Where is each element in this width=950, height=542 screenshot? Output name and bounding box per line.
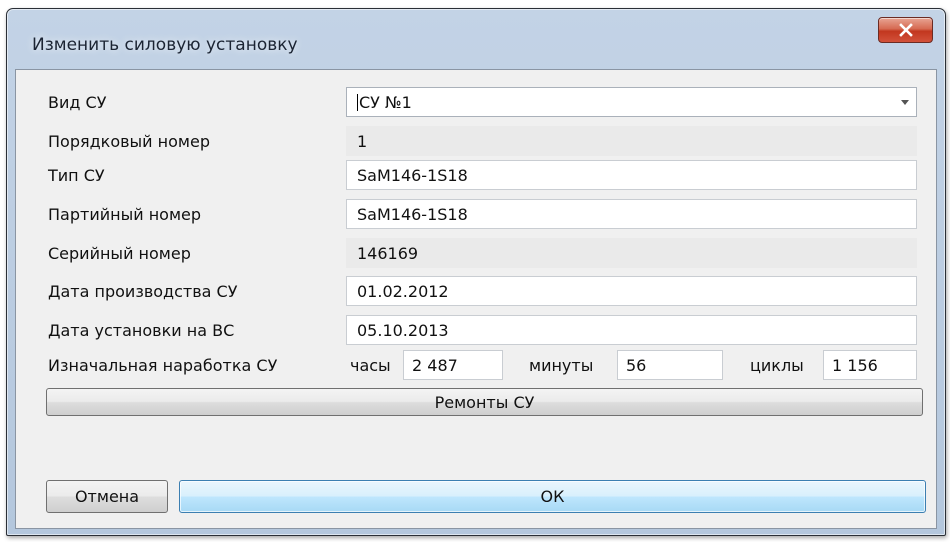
minutes-label: минуты	[529, 356, 594, 375]
minutes-input[interactable]: 56	[617, 350, 723, 380]
text-caret	[357, 94, 358, 111]
seriyny-nomer-field: 146169	[346, 238, 917, 268]
cancel-button[interactable]: Отмена	[46, 480, 168, 513]
poryadkovy-nomer-field: 1	[346, 126, 917, 156]
data-proizvodstva-input[interactable]: 01.02.2012	[346, 276, 917, 306]
chevron-down-icon	[901, 99, 909, 105]
row-data-proizvodstva: Дата производства СУ 01.02.2012	[16, 276, 936, 306]
row-narabotka: Изначальная наработка СУ часы 2 487 мину…	[16, 350, 936, 380]
row-tip-su: Тип СУ SaM146-1S18	[16, 160, 936, 190]
row-seriyny-nomer: Серийный номер 146169	[16, 238, 936, 268]
tip-su-label: Тип СУ	[48, 166, 105, 185]
partiyny-nomer-label: Партийный номер	[48, 205, 202, 224]
cycles-label: циклы	[750, 356, 804, 375]
data-ustanovki-input[interactable]: 05.10.2013	[346, 315, 917, 345]
hours-label: часы	[350, 356, 391, 375]
vid-su-dropdown-button[interactable]	[894, 88, 916, 116]
row-partiyny-nomer: Партийный номер SaM146-1S18	[16, 199, 936, 229]
partiyny-nomer-input[interactable]: SaM146-1S18	[346, 199, 917, 229]
tip-su-input[interactable]: SaM146-1S18	[346, 160, 917, 190]
title-bar[interactable]: Изменить силовую установку	[7, 9, 945, 69]
hours-input[interactable]: 2 487	[403, 350, 503, 380]
poryadkovy-nomer-label: Порядковый номер	[48, 132, 210, 151]
cycles-input[interactable]: 1 156	[823, 350, 917, 380]
vid-su-value: СУ №1	[359, 93, 412, 112]
vid-su-combobox[interactable]: СУ №1	[346, 87, 917, 117]
row-data-ustanovki: Дата установки на ВС 05.10.2013	[16, 315, 936, 345]
data-ustanovki-label: Дата установки на ВС	[48, 321, 235, 340]
vid-su-label: Вид СУ	[48, 93, 107, 112]
window-title: Изменить силовую установку	[32, 35, 298, 55]
close-button[interactable]	[878, 17, 933, 43]
repairs-button[interactable]: Ремонты СУ	[46, 388, 923, 416]
narabotka-label: Изначальная наработка СУ	[48, 356, 278, 375]
close-icon	[898, 23, 913, 37]
row-poryadkovy-nomer: Порядковый номер 1	[16, 126, 936, 156]
seriyny-nomer-label: Серийный номер	[48, 244, 191, 263]
dialog-body: Вид СУ СУ №1 Порядковый номер 1 Тип СУ S…	[15, 69, 937, 529]
ok-button[interactable]: ОК	[179, 480, 926, 513]
row-vid-su: Вид СУ СУ №1	[16, 87, 936, 117]
data-proizvodstva-label: Дата производства СУ	[48, 282, 238, 301]
dialog-window: Изменить силовую установку Вид СУ СУ №1 …	[6, 8, 946, 536]
